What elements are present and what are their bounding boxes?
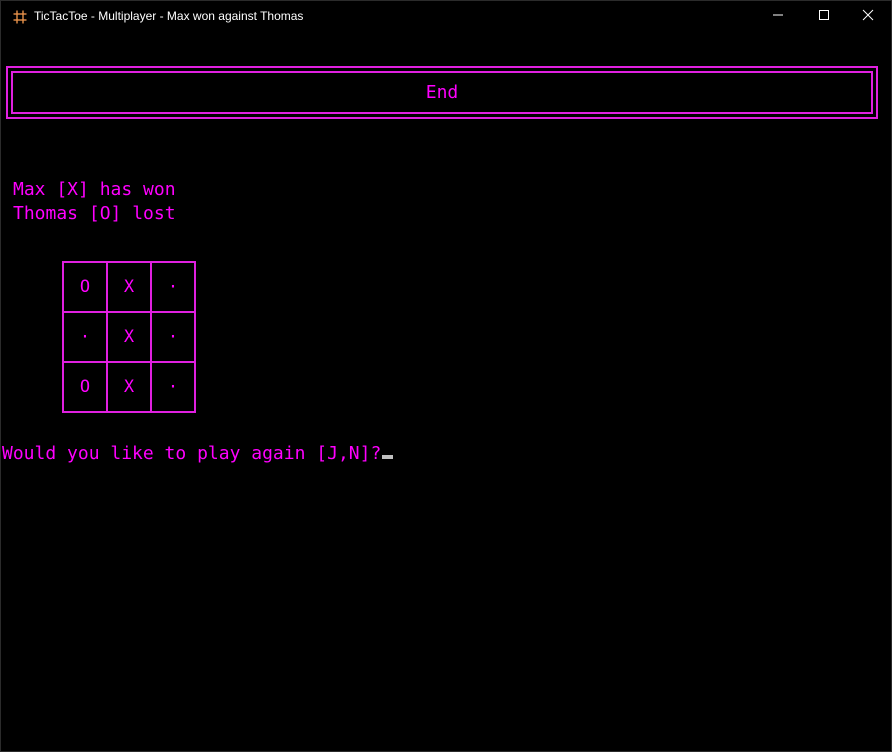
board-cell: ·: [150, 261, 196, 313]
board-row: · X ·: [62, 311, 196, 363]
header-box: End: [6, 66, 878, 119]
title-bar[interactable]: TicTacToe - Multiplayer - Max won agains…: [1, 1, 891, 33]
board-cell: ·: [150, 311, 196, 363]
board-cell: ·: [62, 311, 108, 363]
board-row: O X ·: [62, 361, 196, 413]
loser-message: Thomas [O] lost: [13, 203, 176, 224]
board-cell: O: [62, 261, 108, 313]
board-cell: X: [106, 261, 152, 313]
minimize-button[interactable]: [755, 1, 801, 33]
close-icon: [862, 8, 874, 26]
winner-message: Max [X] has won: [13, 179, 176, 200]
window-title: TicTacToe - Multiplayer - Max won agains…: [34, 9, 304, 23]
close-button[interactable]: [845, 1, 891, 33]
game-board: O X · · X · O X ·: [62, 261, 196, 413]
board-cell: O: [62, 361, 108, 413]
maximize-button[interactable]: [801, 1, 847, 33]
play-again-prompt[interactable]: Would you like to play again [J,N]?: [2, 442, 394, 466]
board-cell: X: [106, 361, 152, 413]
header-box-inner: End: [11, 71, 873, 114]
prompt-text: Would you like to play again [J,N]?: [2, 443, 382, 464]
board-cell: X: [106, 311, 152, 363]
maximize-icon: [818, 8, 830, 26]
board-cell: ·: [150, 361, 196, 413]
header-title: End: [425, 82, 459, 103]
console-output: End Max [X] has won Thomas [O] lost O X …: [1, 33, 891, 751]
console-window: TicTacToe - Multiplayer - Max won agains…: [0, 0, 892, 752]
board-row: O X ·: [62, 261, 196, 313]
hash-icon: [12, 9, 28, 25]
minimize-icon: [772, 8, 784, 26]
text-cursor: [382, 455, 394, 459]
